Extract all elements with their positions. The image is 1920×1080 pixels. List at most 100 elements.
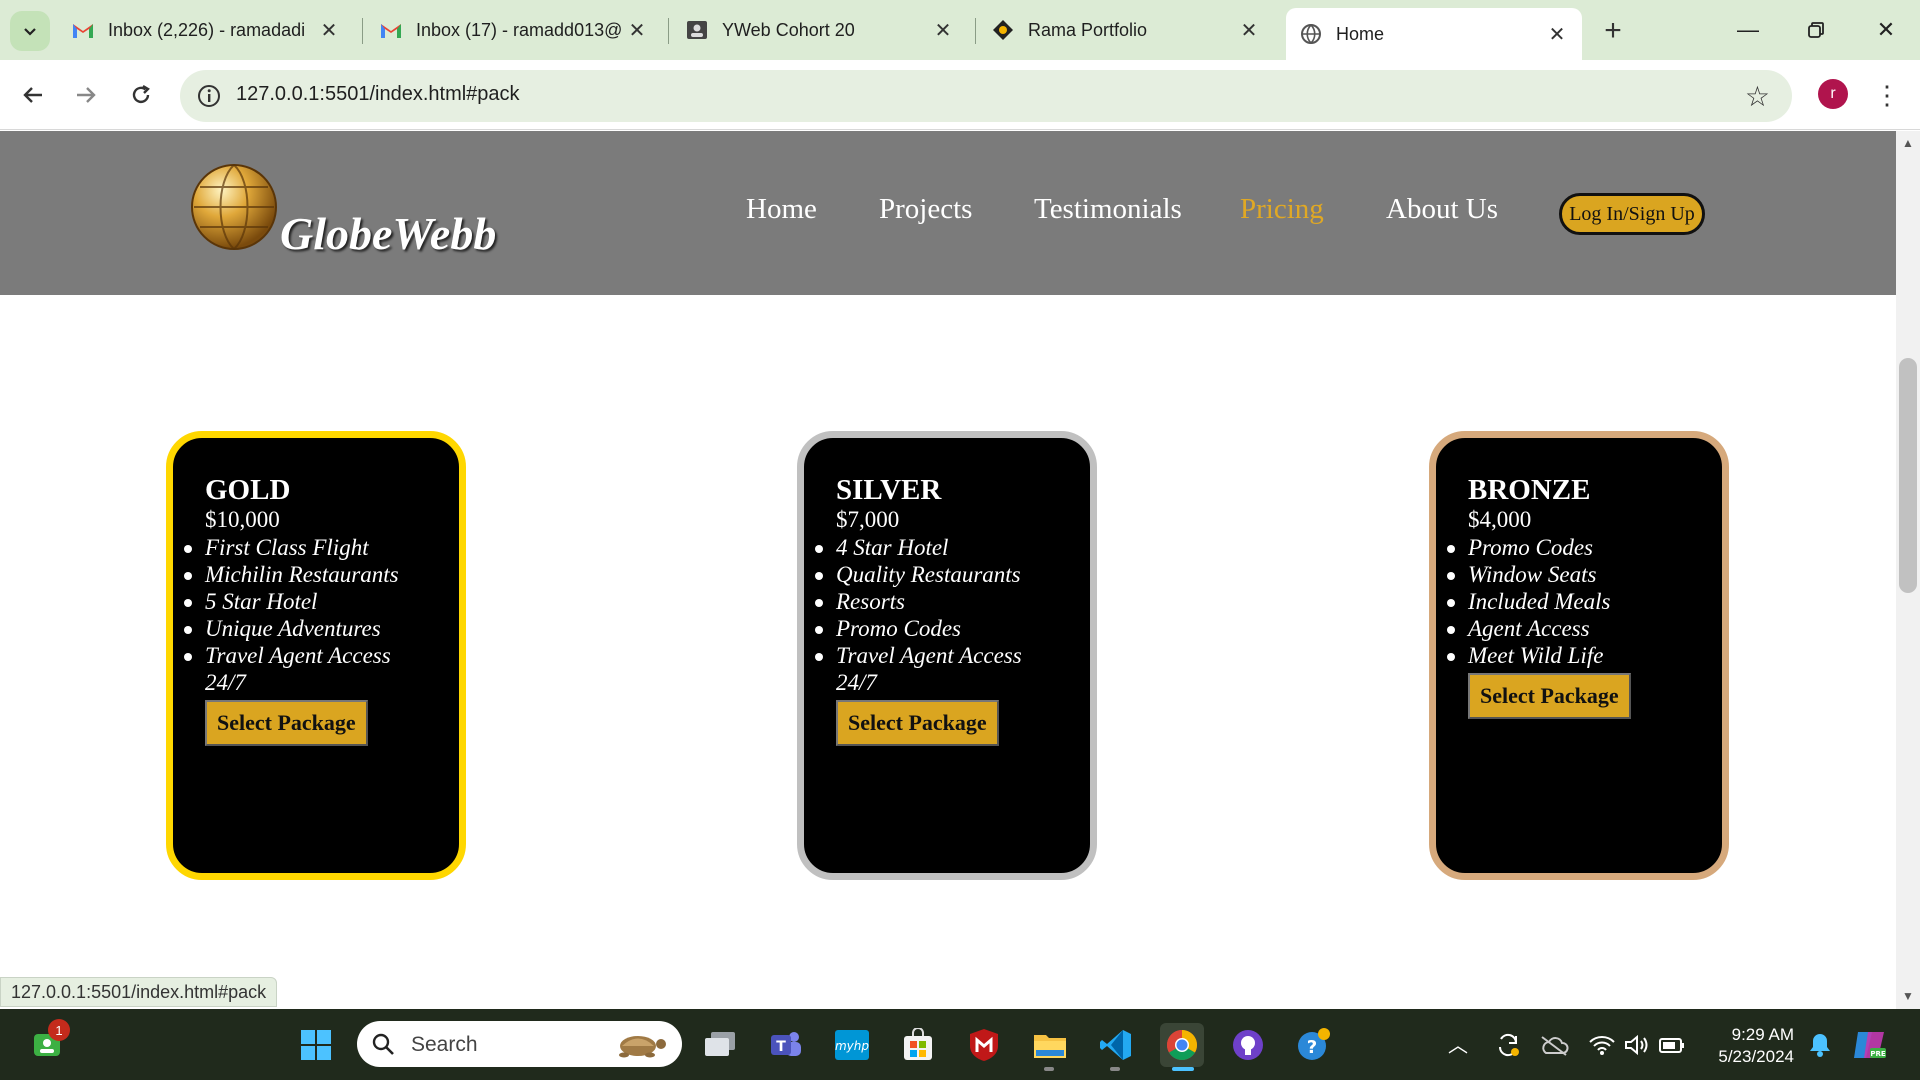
globe-icon <box>1300 23 1322 45</box>
tab-title: Inbox (2,226) - ramadadi <box>108 19 306 40</box>
gmail-icon <box>380 19 402 41</box>
close-icon[interactable]: ✕ <box>1238 19 1260 42</box>
tab-home[interactable]: Home ✕ <box>1286 8 1582 60</box>
mcafee-icon[interactable] <box>962 1023 1006 1067</box>
copilot-icon[interactable]: PRE <box>1848 1023 1892 1067</box>
tab-title: Inbox (17) - ramadd013@ <box>416 19 623 40</box>
feature-item: Meet Wild Life <box>1447 642 1698 669</box>
address-bar[interactable]: 127.0.0.1:5501/index.html#pack ☆ <box>180 70 1792 122</box>
site-logo-text[interactable]: GlobeWebb <box>280 207 496 260</box>
tab-gmail-1[interactable]: Inbox (2,226) - ramadadi ✕ <box>58 8 354 52</box>
select-package-button[interactable]: Select Package <box>1468 673 1631 719</box>
close-icon[interactable]: ✕ <box>626 19 648 42</box>
tab-gmail-2[interactable]: Inbox (17) - ramadd013@ ✕ <box>366 8 662 52</box>
close-icon[interactable]: ✕ <box>932 19 954 42</box>
show-hidden-icons-chevron-icon[interactable]: ︿ <box>1448 1029 1468 1058</box>
package-price: $10,000 <box>205 507 280 532</box>
package-card-gold: GOLD $10,000 First Class Flight Michilin… <box>166 431 466 880</box>
vscode-icon[interactable] <box>1094 1023 1138 1067</box>
reload-icon <box>132 84 150 104</box>
link-status-url: 127.0.0.1:5501/index.html#pack <box>0 977 278 1007</box>
page-scrollbar-thumb[interactable] <box>1899 358 1917 593</box>
browser-toolbar: 127.0.0.1:5501/index.html#pack ☆ r ⋮ <box>0 60 1920 130</box>
file-explorer-icon[interactable] <box>1028 1023 1072 1067</box>
package-tier: GOLD <box>205 474 291 506</box>
notification-bell-icon[interactable] <box>1798 1023 1842 1067</box>
contact-card-icon <box>686 19 708 41</box>
tab-separator <box>668 18 669 44</box>
feature-item: Travel Agent Access 24/7 <box>815 642 1066 696</box>
arrow-left-icon <box>23 87 42 103</box>
back-button[interactable] <box>14 76 52 114</box>
nav-pricing[interactable]: Pricing <box>1240 193 1324 226</box>
close-icon[interactable]: ✕ <box>1546 23 1568 46</box>
taskbar-search-box[interactable]: Search <box>357 1021 682 1067</box>
battery-icon[interactable] <box>1650 1023 1694 1067</box>
package-features: First Class Flight Michilin Restaurants … <box>184 534 459 696</box>
feature-item: Resorts <box>815 588 1066 615</box>
profile-avatar[interactable]: r <box>1818 79 1848 109</box>
windows-taskbar: Search T myhp ? ︿ 9:29 AM 5/23/2024 PRE <box>0 1009 1920 1080</box>
reload-button[interactable] <box>122 76 160 114</box>
restore-icon <box>1808 22 1824 38</box>
tab-yweb-cohort[interactable]: YWeb Cohort 20 ✕ <box>672 8 968 52</box>
search-icon <box>372 1033 394 1055</box>
login-signup-button[interactable]: Log In/Sign Up <box>1559 193 1705 235</box>
active-app-indicator <box>1172 1067 1194 1071</box>
clock-date: 5/23/2024 <box>1718 1047 1794 1066</box>
feature-item: Unique Adventures <box>184 615 435 642</box>
gmail-icon <box>72 19 94 41</box>
feature-item: 5 Star Hotel <box>184 588 435 615</box>
select-package-button[interactable]: Select Package <box>836 700 999 746</box>
nav-about-us[interactable]: About Us <box>1386 193 1498 226</box>
task-view-icon[interactable] <box>698 1023 742 1067</box>
svg-text:myhp: myhp <box>835 1039 869 1053</box>
nav-testimonials[interactable]: Testimonials <box>1034 193 1182 226</box>
feature-item: 4 Star Hotel <box>815 534 1066 561</box>
nav-home[interactable]: Home <box>746 193 817 226</box>
nav-projects[interactable]: Projects <box>879 193 972 226</box>
bookmark-star-icon[interactable]: ☆ <box>1745 80 1770 113</box>
chrome-icon[interactable] <box>1160 1023 1204 1067</box>
tab-rama-portfolio[interactable]: Rama Portfolio ✕ <box>978 8 1274 52</box>
restore-button[interactable] <box>1796 12 1836 48</box>
package-features: 4 Star Hotel Quality Restaurants Resorts… <box>815 534 1090 696</box>
svg-text:?: ? <box>1307 1037 1317 1058</box>
close-window-button[interactable]: ✕ <box>1866 12 1906 48</box>
url-text[interactable]: 127.0.0.1:5501/index.html#pack <box>236 83 520 106</box>
close-icon[interactable]: ✕ <box>318 19 340 42</box>
github-desktop-icon[interactable] <box>1226 1023 1270 1067</box>
scroll-down-arrow-icon[interactable]: ▼ <box>1901 989 1915 1003</box>
taskbar-clock[interactable]: 9:29 AM 5/23/2024 <box>1712 1024 1794 1068</box>
browser-tab-strip: Inbox (2,226) - ramadadi ✕ Inbox (17) - … <box>0 0 1920 60</box>
feature-item: Agent Access <box>1447 615 1698 642</box>
sync-icon[interactable] <box>1486 1023 1530 1067</box>
scroll-up-arrow-icon[interactable]: ▲ <box>1901 136 1915 150</box>
windows-start-icon[interactable] <box>294 1023 338 1067</box>
forward-button[interactable] <box>67 76 105 114</box>
select-package-button[interactable]: Select Package <box>205 700 368 746</box>
minimize-button[interactable]: — <box>1728 12 1768 48</box>
help-icon[interactable]: ? <box>1292 1023 1336 1067</box>
teams-icon[interactable]: T <box>764 1023 808 1067</box>
site-info-icon[interactable] <box>196 83 222 109</box>
tab-separator <box>362 18 363 44</box>
package-features: Promo Codes Window Seats Included Meals … <box>1447 534 1722 669</box>
feature-item: Travel Agent Access 24/7 <box>184 642 435 696</box>
tab-search-button[interactable] <box>10 11 50 51</box>
onedrive-icon[interactable] <box>1532 1023 1576 1067</box>
svg-text:PRE: PRE <box>1870 1050 1886 1058</box>
running-app-indicator <box>1044 1067 1054 1071</box>
feature-item: First Class Flight <box>184 534 435 561</box>
tab-title: Rama Portfolio <box>1028 19 1148 40</box>
package-tier: BRONZE <box>1468 474 1591 506</box>
feature-item: Michilin Restaurants <box>184 561 435 588</box>
new-tab-button[interactable]: + <box>1596 14 1630 48</box>
myhp-icon[interactable]: myhp <box>830 1023 874 1067</box>
browser-menu-button[interactable]: ⋮ <box>1874 76 1900 114</box>
package-card-bronze: BRONZE $4,000 Promo Codes Window Seats I… <box>1429 431 1729 880</box>
notification-badge: 1 <box>48 1019 70 1041</box>
tab-separator <box>975 18 976 44</box>
microsoft-store-icon[interactable] <box>896 1023 940 1067</box>
globe-logo-icon[interactable] <box>188 161 280 253</box>
